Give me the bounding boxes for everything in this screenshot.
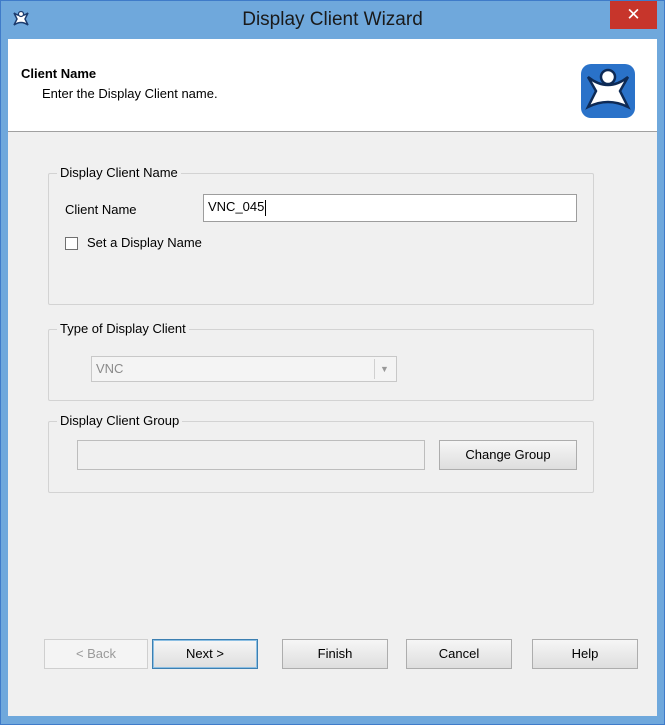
back-button[interactable]: < Back (44, 639, 148, 669)
close-icon: ✕ (626, 5, 641, 24)
client-name-input[interactable]: VNC_045 (203, 194, 577, 222)
close-button[interactable]: ✕ (610, 1, 657, 29)
next-button[interactable]: Next > (152, 639, 258, 669)
type-of-display-client-group: Type of Display Client VNC ▼ (48, 321, 594, 401)
wizard-window: Display Client Wizard ✕ Client Name Ente… (0, 0, 665, 725)
type-of-display-client-group-label: Type of Display Client (57, 321, 189, 337)
display-client-name-group-label: Display Client Name (57, 165, 181, 181)
help-button[interactable]: Help (532, 639, 638, 669)
text-caret (265, 199, 267, 216)
set-display-name-label[interactable]: Set a Display Name (87, 235, 202, 250)
thinmanager-logo-icon (581, 64, 635, 118)
client-name-label: Client Name (65, 202, 137, 217)
wizard-header: Client Name Enter the Display Client nam… (8, 39, 657, 132)
display-client-group-group: Display Client Group Change Group (48, 413, 594, 493)
client-type-select[interactable]: VNC ▼ (91, 356, 397, 382)
client-group-field (77, 440, 425, 470)
set-display-name-checkbox[interactable] (65, 237, 78, 250)
display-client-name-group: Display Client Name Client Name VNC_045 … (48, 165, 594, 305)
page-subtitle: Enter the Display Client name. (42, 86, 218, 101)
client-name-value: VNC_045 (208, 199, 265, 214)
page-title: Client Name (21, 66, 97, 81)
wizard-body: Client Name Enter the Display Client nam… (8, 39, 657, 716)
title-bar[interactable]: Display Client Wizard ✕ (1, 1, 664, 39)
chevron-down-icon[interactable]: ▼ (374, 359, 394, 379)
finish-button[interactable]: Finish (282, 639, 388, 669)
display-client-group-label: Display Client Group (57, 413, 183, 429)
cancel-button[interactable]: Cancel (406, 639, 512, 669)
window-title: Display Client Wizard (242, 9, 423, 30)
change-group-button[interactable]: Change Group (439, 440, 577, 470)
client-type-value: VNC (96, 361, 124, 376)
